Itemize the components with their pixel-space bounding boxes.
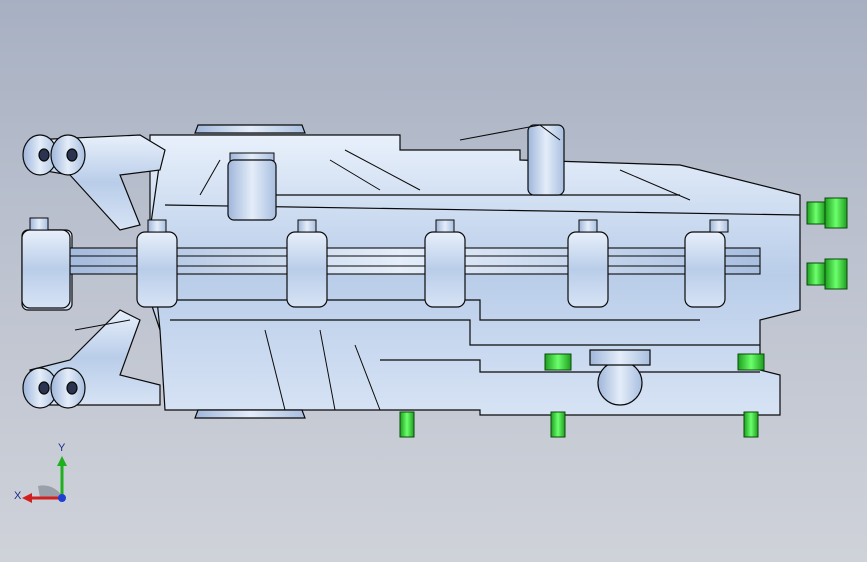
y-axis-label: Y [58,442,66,454]
graphics-viewport[interactable]: Y X [0,0,867,562]
hex-bolt-icon [806,197,848,229]
coordinate-triad[interactable]: Y X [10,436,80,516]
cad-model-view[interactable] [0,0,867,562]
hex-bolt-icon [806,258,848,290]
axis-triad-icon [22,456,67,503]
x-axis-label: X [14,490,22,502]
hex-bolt-icon [399,411,415,438]
